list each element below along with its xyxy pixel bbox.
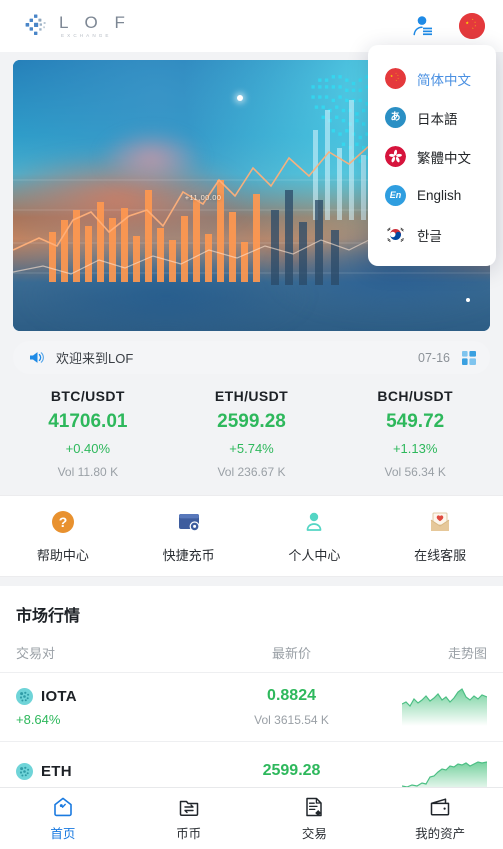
ticker-change: +1.13% (392, 441, 438, 456)
english-en-icon: En (385, 185, 406, 206)
question-circle-icon: ? (51, 510, 75, 534)
tab-coin-trade[interactable]: 币币 (126, 796, 252, 842)
iota-coin-icon (16, 687, 33, 705)
trade-document-icon (303, 796, 325, 818)
ticker-volume: Vol 11.80 K (57, 465, 119, 479)
ticker-price: 41706.01 (48, 411, 128, 432)
table-row[interactable]: IOTA +8.64% 0.8824 Vol 3615.54 K (0, 673, 503, 742)
tab-label: 币币 (176, 826, 202, 841)
ticker-volume: Vol 56.34 K (384, 465, 446, 479)
quick-action-label: 个人中心 (288, 548, 341, 563)
person-icon (302, 510, 326, 534)
china-flag-icon (385, 68, 406, 89)
language-option-label: English (417, 188, 462, 203)
quick-action-help-center[interactable]: ? 帮助中心 (0, 510, 126, 564)
column-header-trend: 走势图 (447, 646, 487, 661)
language-dropdown-menu[interactable]: 简体中文 あ 日本語 繁體中文 En English 한글 (368, 45, 496, 266)
market-row-price-cell: 0.8824 Vol 3615.54 K (214, 687, 369, 727)
market-table-header: 交易对 最新价 走势图 (0, 626, 503, 673)
ticker-card[interactable]: BCH/USDT 549.72 +1.13% Vol 56.34 K (333, 388, 497, 479)
home-icon (52, 796, 74, 818)
market-row-change: +8.64% (16, 711, 61, 727)
quick-action-label: 在线客服 (414, 548, 467, 563)
ticker-pair: ETH/USDT (214, 388, 289, 404)
ticker-card[interactable]: ETH/USDT 2599.28 +5.74% Vol 236.67 K (170, 388, 334, 479)
language-option-label: 简体中文 (417, 72, 471, 88)
language-option-label: 繁體中文 (417, 150, 471, 166)
language-option-zh-cn[interactable]: 简体中文 (368, 59, 496, 98)
wallet-icon (429, 796, 451, 818)
market-row-price-cell: 2599.28 (214, 762, 369, 788)
market-section-title: 市场行情 (16, 608, 81, 625)
dot-cluster-icon (24, 13, 50, 39)
ticker-card[interactable]: BTC/USDT 41706.01 +0.40% Vol 11.80 K (6, 388, 170, 479)
market-row-trend-cell (369, 688, 487, 726)
envelope-heart-icon (428, 510, 452, 534)
language-option-ko[interactable]: 한글 (368, 215, 496, 254)
announcement-bar[interactable]: 欢迎来到LOF 07-16 (13, 341, 490, 374)
column-header-price: 最新价 (272, 646, 312, 661)
deposit-card-icon (177, 510, 201, 534)
china-flag-icon[interactable] (459, 13, 485, 39)
ticker-volume: Vol 236.67 K (217, 465, 286, 479)
language-option-label: 日本語 (417, 111, 458, 127)
bottom-tab-bar: 首页 币币 交易 我的资产 (0, 787, 503, 849)
tab-label: 我的资产 (415, 826, 466, 841)
market-row-pair-cell: ETH (16, 763, 214, 787)
quick-action-label: 快捷充币 (162, 548, 215, 563)
ticker-change: +0.40% (65, 441, 111, 456)
tab-my-assets[interactable]: 我的资产 (377, 796, 503, 842)
japan-hiragana-icon: あ (385, 107, 406, 128)
announcement-meta: 07-16 (418, 350, 476, 365)
market-row-price: 2599.28 (262, 762, 321, 779)
market-section: 市场行情 交易对 最新价 走势图 IOTA +8.64% 0.8824 Vol … (0, 586, 503, 809)
hongkong-flag-icon (385, 146, 406, 167)
logo-subtitle: EXCHANGE (61, 32, 112, 38)
quick-action-support[interactable]: 在线客服 (377, 510, 503, 564)
market-row-price: 0.8824 (267, 687, 316, 704)
eth-coin-icon (16, 763, 33, 780)
grid-squares-icon[interactable] (462, 350, 476, 365)
language-option-en[interactable]: En English (368, 176, 496, 215)
language-option-label: 한글 (417, 228, 442, 244)
tab-label: 交易 (301, 826, 327, 841)
language-option-ja[interactable]: あ 日本語 (368, 98, 496, 137)
language-option-zh-tw[interactable]: 繁體中文 (368, 137, 496, 176)
ticker-change: +5.74% (229, 441, 274, 456)
svg-text:?: ? (59, 514, 68, 530)
megaphone-icon (29, 350, 44, 365)
market-row-symbol: IOTA (41, 687, 77, 705)
market-row-volume: Vol 3615.54 K (254, 713, 329, 727)
column-header-pair: 交易对 (16, 646, 56, 661)
header-actions (411, 13, 485, 39)
ticker-pair: BCH/USDT (377, 388, 453, 404)
quick-action-profile[interactable]: 个人中心 (252, 510, 378, 564)
ticker-price: 549.72 (386, 411, 445, 432)
ticker-price: 2599.28 (217, 411, 286, 432)
exchange-folder-icon (178, 796, 200, 818)
tab-trade[interactable]: 交易 (252, 796, 378, 842)
sparkline-chart (401, 688, 487, 726)
quick-actions-row: ? 帮助中心 快捷充币 个人中心 在线客服 (0, 495, 503, 577)
announcement-date: 07-16 (418, 350, 450, 365)
app-root: L O F EXCHANGE 简体中文 あ 日本語 繁體中文 En Englis… (0, 0, 503, 849)
quick-action-deposit[interactable]: 快捷充币 (126, 510, 252, 564)
tab-label: 首页 (50, 826, 76, 841)
ticker-summary-row: BTC/USDT 41706.01 +0.40% Vol 11.80 K ETH… (0, 374, 503, 495)
market-row-pair-cell: IOTA +8.64% (16, 687, 214, 727)
quick-action-label: 帮助中心 (36, 548, 89, 563)
korea-flag-icon (385, 224, 406, 245)
ticker-pair: BTC/USDT (50, 388, 125, 404)
brand-logo[interactable]: L O F EXCHANGE (24, 13, 131, 39)
logo-text: L O F (59, 12, 131, 32)
user-profile-icon[interactable] (411, 14, 435, 38)
announcement-section: 欢迎来到LOF 07-16 (0, 331, 503, 374)
tab-home[interactable]: 首页 (0, 796, 126, 842)
market-row-symbol: ETH (41, 763, 72, 780)
announcement-text: 欢迎来到LOF (56, 351, 134, 366)
banner-price-label: +11,00.00 (184, 192, 222, 202)
